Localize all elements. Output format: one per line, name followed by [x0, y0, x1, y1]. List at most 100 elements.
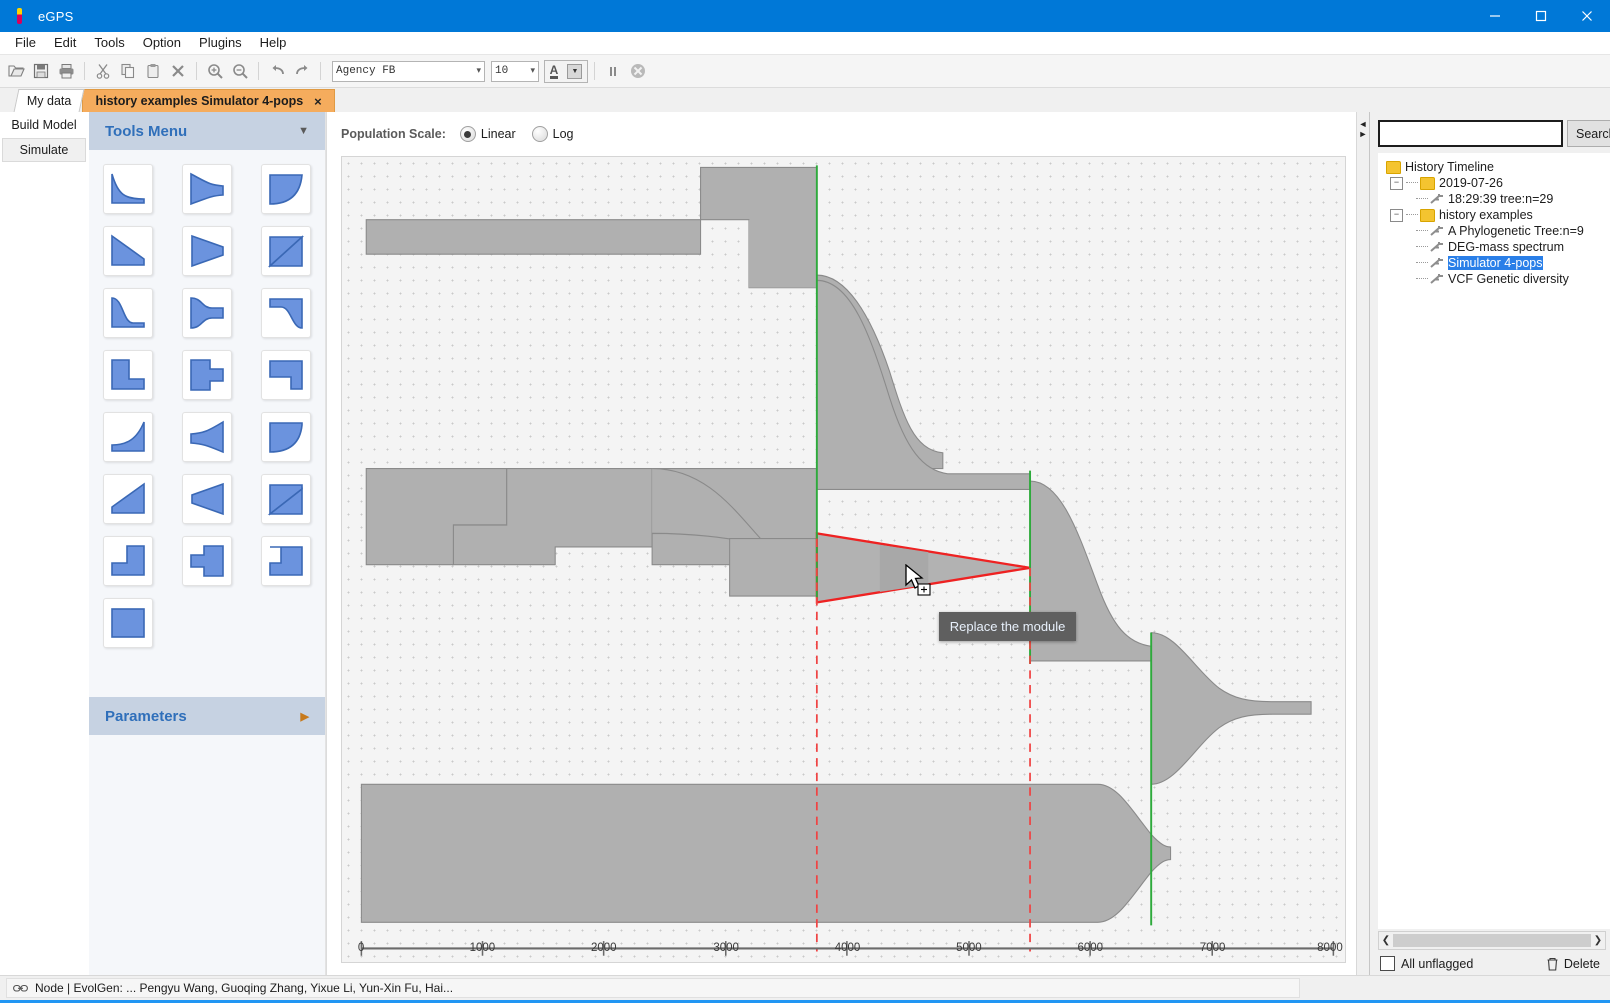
shape-tool-sigmoid-growth[interactable] — [260, 288, 311, 338]
x-tick-0: 0 — [357, 942, 365, 954]
radio-log-indicator[interactable] — [531, 126, 548, 142]
font-family-select[interactable]: Agency FB ▾ — [332, 60, 485, 82]
shape-tool-step-corner[interactable] — [260, 536, 311, 586]
stop-icon[interactable] — [626, 59, 650, 83]
mode-button-simulate[interactable]: Simulate — [2, 138, 86, 162]
tree-item-vcf-genetic-diversity[interactable]: VCF Genetic diversity — [1382, 271, 1610, 287]
paste-icon[interactable] — [141, 59, 165, 83]
menu-option[interactable]: Option — [134, 33, 190, 53]
tree-connector — [1416, 262, 1428, 264]
redo-icon[interactable] — [290, 59, 314, 83]
mouse-cursor-icon — [904, 563, 934, 596]
radio-linear[interactable]: Linear — [459, 126, 516, 142]
undo-icon[interactable] — [265, 59, 289, 83]
menu-help[interactable]: Help — [251, 33, 296, 53]
tree-item-history-timeline[interactable]: History Timeline — [1382, 159, 1610, 175]
shape-tool-bottleneck[interactable] — [181, 288, 232, 338]
population-history-plot[interactable]: 0 1000 2000 3000 4000 5000 6000 7000 800… — [341, 156, 1346, 963]
shape-tool-convex-growth[interactable] — [103, 412, 154, 462]
tree-item-label: VCF Genetic diversity — [1448, 272, 1569, 286]
chevron-down-icon[interactable]: ▼ — [567, 63, 583, 79]
collapse-toggle-icon[interactable]: − — [1390, 208, 1403, 222]
tree-item-183939-tree[interactable]: 18:29:39 tree:n=29 — [1382, 191, 1610, 207]
shape-tool-step-out[interactable] — [181, 350, 232, 400]
tree-item-a-phylogenetic-tree[interactable]: A Phylogenetic Tree:n=9 — [1382, 223, 1610, 239]
pause-icon[interactable] — [601, 59, 625, 83]
shape-tool-concave-decay[interactable] — [260, 412, 311, 462]
shape-tool-trapezoid-left[interactable] — [181, 474, 232, 524]
application-window: eGPS File Edit Tools Option Plugins Help — [0, 0, 1610, 1003]
tab-my-data[interactable]: My data — [13, 89, 85, 112]
zoom-out-icon[interactable] — [228, 59, 252, 83]
shape-tool-step-in[interactable] — [181, 536, 232, 586]
shape-tool-triangle-up-right[interactable] — [260, 226, 311, 276]
shape-tool-step-up[interactable] — [103, 536, 154, 586]
chevron-right-icon[interactable]: ▶ — [301, 710, 309, 723]
expand-right-icon[interactable]: ► — [1359, 130, 1368, 139]
font-color-button[interactable]: A ▼ — [544, 59, 588, 83]
shape-tool-hourglass-decay[interactable] — [181, 164, 232, 214]
shape-tool-concave-growth[interactable] — [260, 164, 311, 214]
tab-history-examples-simulator[interactable]: history examples Simulator 4-pops × — [82, 89, 335, 112]
scroll-right-icon[interactable]: ❯ — [1591, 935, 1605, 946]
tree-item-simulator-4-pops[interactable]: Simulator 4-pops — [1382, 255, 1610, 271]
shape-tool-hourglass-growth[interactable] — [181, 412, 232, 462]
tree-item-deg-mass-spectrum[interactable]: DEG-mass spectrum — [1382, 239, 1610, 255]
close-icon[interactable]: × — [314, 94, 322, 109]
collapse-toggle-icon[interactable]: − — [1390, 176, 1403, 190]
search-input[interactable] — [1378, 120, 1563, 147]
menu-edit[interactable]: Edit — [45, 33, 85, 53]
mode-strip: Build Model Simulate — [0, 112, 89, 975]
shape-tool-convex-decay[interactable] — [103, 164, 154, 214]
zoom-in-icon[interactable] — [203, 59, 227, 83]
shape-tool-step-notch[interactable] — [260, 350, 311, 400]
search-button[interactable]: Search — [1567, 120, 1610, 147]
history-tree: History Timeline − 2019-07-26 18:29:39 t… — [1378, 153, 1610, 929]
font-size-select[interactable]: 10 ▾ — [491, 60, 539, 82]
minimize-icon[interactable] — [1472, 0, 1518, 32]
tooltip-replace-module: Replace the module — [938, 611, 1077, 641]
collapse-left-icon[interactable]: ◄ — [1359, 120, 1368, 129]
x-tick-6000: 6000 — [1077, 942, 1104, 954]
scroll-left-icon[interactable]: ❮ — [1379, 935, 1393, 946]
radio-linear-indicator[interactable] — [459, 126, 476, 142]
all-unflagged-label: All unflagged — [1401, 956, 1474, 971]
shape-tool-linear-growth[interactable] — [103, 474, 154, 524]
open-folder-icon[interactable] — [4, 59, 28, 83]
horizontal-scrollbar[interactable]: ❮ ❯ — [1378, 931, 1606, 950]
save-icon[interactable] — [29, 59, 53, 83]
radio-log[interactable]: Log — [531, 126, 574, 142]
tree-item-2019-07-26[interactable]: − 2019-07-26 — [1382, 175, 1610, 191]
shape-tool-step-down[interactable] — [103, 350, 154, 400]
shape-tool-trapezoid-right[interactable] — [181, 226, 232, 276]
population-shape-pop4[interactable] — [360, 783, 1172, 923]
tree-item-history-examples[interactable]: − history examples — [1382, 207, 1610, 223]
shape-tool-constant[interactable] — [103, 598, 154, 648]
delete-button[interactable]: Delete — [1546, 957, 1600, 971]
scrollbar-thumb[interactable] — [1393, 934, 1591, 947]
chevron-down-icon[interactable]: ▼ — [298, 125, 309, 137]
menu-plugins[interactable]: Plugins — [190, 33, 251, 53]
cut-icon[interactable] — [91, 59, 115, 83]
checkbox-indicator[interactable] — [1380, 956, 1395, 971]
delete-icon[interactable] — [166, 59, 190, 83]
panel-splitter[interactable]: ◄ ► — [1356, 112, 1369, 975]
menu-file[interactable]: File — [6, 33, 45, 53]
selected-module-triangle[interactable] — [729, 532, 1031, 604]
population-shape-right-tail[interactable] — [1150, 632, 1312, 785]
maximize-icon[interactable] — [1518, 0, 1564, 32]
tools-menu-header[interactable]: Tools Menu ▼ — [89, 112, 325, 150]
window-title: eGPS — [38, 8, 74, 24]
print-icon[interactable] — [54, 59, 78, 83]
close-icon[interactable] — [1564, 0, 1610, 32]
shape-tool-linear-decay[interactable] — [103, 226, 154, 276]
delete-label: Delete — [1563, 956, 1600, 971]
parameters-header[interactable]: Parameters ▶ — [89, 697, 325, 735]
copy-icon[interactable] — [116, 59, 140, 83]
shape-tool-sigmoid-decay[interactable] — [103, 288, 154, 338]
all-unflagged-checkbox[interactable]: All unflagged — [1380, 956, 1473, 971]
menu-tools[interactable]: Tools — [85, 33, 133, 53]
shape-tool-triangle-down-right[interactable] — [260, 474, 311, 524]
mode-button-build-model[interactable]: Build Model — [2, 114, 86, 136]
chevron-down-icon: ▾ — [476, 66, 481, 76]
